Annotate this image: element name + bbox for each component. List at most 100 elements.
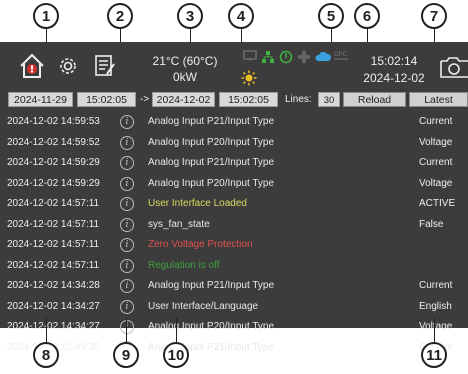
log-row: 2024-12-02 14:34:28 i Analog Input P21/Inp… xyxy=(0,276,468,297)
tree-icon xyxy=(262,51,274,63)
log-row: 2024-12-02 14:34:27 i User Interface/Langu… xyxy=(0,297,468,318)
to-date-field[interactable]: 2024-12-02 xyxy=(152,92,215,107)
log-message: Analog Input P20/Input Type xyxy=(148,321,275,332)
from-date-field[interactable]: 2024-11-29 xyxy=(8,92,73,107)
clock-time: 15:02:14 xyxy=(370,54,418,68)
top-bar: 21°C (60°C) 0kW OPC 15:02:14 2024-12-02 xyxy=(0,42,468,90)
callout-3: 3 xyxy=(177,3,203,29)
event-log-list: 2024-12-02 14:59:53 i Analog Input P21/Inp… xyxy=(0,112,468,358)
log-timestamp: 2024-12-02 14:59:29 xyxy=(7,157,100,168)
temperature-readout: 21°C (60°C) xyxy=(152,54,218,68)
log-message: User Interface/Language xyxy=(148,300,259,312)
log-timestamp: 2024-12-02 14:34:28 xyxy=(7,280,100,291)
log-timestamp: 2024-12-02 14:57:11 xyxy=(7,239,100,250)
log-row: 2024-12-02 14:57:11 i Regulation is off xyxy=(0,256,468,277)
log-value: Current xyxy=(419,280,453,291)
svg-text:OPC: OPC xyxy=(334,52,348,58)
temperature-power-display: 21°C (60°C) 0kW xyxy=(140,53,230,85)
log-row: 2024-12-02 14:57:11 i sys_fan_state False xyxy=(0,215,468,236)
info-icon[interactable]: i xyxy=(120,115,134,129)
info-icon[interactable]: i xyxy=(120,258,134,273)
callout-5: 5 xyxy=(318,3,344,29)
to-time-field[interactable]: 15:02:05 xyxy=(219,92,278,107)
camera-icon[interactable] xyxy=(439,56,468,78)
info-icon[interactable]: i xyxy=(120,135,134,150)
callout-2: 2 xyxy=(107,3,133,29)
info-icon[interactable]: i xyxy=(120,320,134,334)
lines-count-field[interactable]: 30 xyxy=(318,92,340,107)
log-value: Current xyxy=(419,157,453,168)
log-value: False xyxy=(419,218,444,230)
device-screen: 21°C (60°C) 0kW OPC 15:02:14 2024-12-02 … xyxy=(0,42,468,355)
log-value: English xyxy=(419,300,452,312)
lines-label: Lines: xyxy=(285,94,312,105)
log-timestamp: 2024-12-02 14:59:29 xyxy=(7,177,100,189)
log-value: Voltage xyxy=(419,177,453,189)
log-value: Voltage xyxy=(419,136,453,148)
log-message: Analog Input P21/Input Type xyxy=(148,157,275,168)
fan-icon xyxy=(297,50,311,64)
callout-10-leader xyxy=(176,318,177,342)
callout-7: 7 xyxy=(421,3,447,29)
callout-9: 9 xyxy=(113,342,139,368)
callout-11-leader xyxy=(434,318,435,342)
callout-8: 8 xyxy=(33,342,59,368)
log-value: Voltage xyxy=(419,321,453,332)
log-message: Analog Input P21/Input Type xyxy=(148,116,275,127)
sun-icon xyxy=(241,70,257,86)
info-icon[interactable]: i xyxy=(120,156,134,170)
callout-6: 6 xyxy=(354,3,380,29)
log-filter-bar: 2024-11-29 15:02:05 -> 2024-12-02 15:02:… xyxy=(0,90,468,110)
gear-icon[interactable] xyxy=(56,54,80,78)
callout-4: 4 xyxy=(228,3,254,29)
log-row: 2024-12-02 14:59:52 i Analog Input P20/Inp… xyxy=(0,133,468,154)
home-alarm-icon[interactable] xyxy=(18,52,46,80)
callout-10: 10 xyxy=(163,342,189,368)
log-message: Analog Input P20/Input Type xyxy=(148,177,275,189)
log-message: Analog Input P21/Input Type xyxy=(148,280,275,291)
opc-icon: OPC xyxy=(334,52,348,60)
callout-9-leader xyxy=(126,318,127,342)
info-icon[interactable]: i xyxy=(120,176,134,191)
clock-date: 2024-12-02 xyxy=(363,71,425,85)
log-timestamp: 2024-12-02 14:57:11 xyxy=(7,198,100,209)
log-message: User Interface Loaded xyxy=(148,198,247,209)
power-readout: 0kW xyxy=(173,70,197,84)
info-icon[interactable]: i xyxy=(120,197,134,211)
network-status-icon xyxy=(243,50,257,61)
log-row: 2024-12-02 14:59:29 i Analog Input P20/Inp… xyxy=(0,174,468,195)
reload-button[interactable]: Reload xyxy=(343,92,406,107)
log-timestamp: 2024-12-02 14:59:53 xyxy=(7,116,100,127)
log-timestamp: 2024-12-02 14:34:27 xyxy=(7,321,100,332)
log-row: 2024-12-02 12:49:35iAnalog Input P21/Inp… xyxy=(0,338,468,359)
log-timestamp: 2024-12-02 14:57:11 xyxy=(7,259,100,271)
clock-display: 15:02:14 2024-12-02 xyxy=(352,53,436,87)
info-icon[interactable]: i xyxy=(120,279,134,293)
log-row: 2024-12-02 14:59:29 i Analog Input P21/Inp… xyxy=(0,153,468,174)
log-row: 2024-12-02 14:57:11 i Zero Voltage Protect… xyxy=(0,235,468,256)
callout-8-leader xyxy=(46,318,47,342)
callout-11: 11 xyxy=(421,342,447,368)
log-message: Analog Input P20/Input Type xyxy=(148,136,275,148)
latest-button[interactable]: Latest xyxy=(409,92,468,107)
log-message: Zero Voltage Protection xyxy=(148,239,253,250)
log-row: 2024-12-02 14:34:27 i Analog Input P20/Inp… xyxy=(0,317,468,338)
log-timestamp: 2024-12-02 14:59:52 xyxy=(7,136,100,148)
from-time-field[interactable]: 15:02:05 xyxy=(77,92,136,107)
log-notes-icon[interactable] xyxy=(94,54,116,78)
info-icon[interactable]: i xyxy=(120,238,134,252)
range-arrow: -> xyxy=(140,94,150,105)
callout-1: 1 xyxy=(33,3,59,29)
log-value: Current xyxy=(419,116,453,127)
power-icon xyxy=(279,50,293,64)
info-icon[interactable]: i xyxy=(120,217,134,232)
log-value: ACTIVE xyxy=(419,198,456,209)
log-row: 2024-12-02 14:59:53 i Analog Input P21/Inp… xyxy=(0,112,468,133)
log-message: Regulation is off xyxy=(148,259,220,271)
log-message: sys_fan_state xyxy=(148,218,210,230)
log-row: 2024-12-02 14:57:11 i User Interface Loade… xyxy=(0,194,468,215)
log-timestamp: 2024-12-02 14:57:11 xyxy=(7,218,100,230)
info-icon[interactable]: i xyxy=(120,299,134,314)
cloud-icon xyxy=(315,51,332,61)
log-timestamp: 2024-12-02 14:34:27 xyxy=(7,300,100,312)
